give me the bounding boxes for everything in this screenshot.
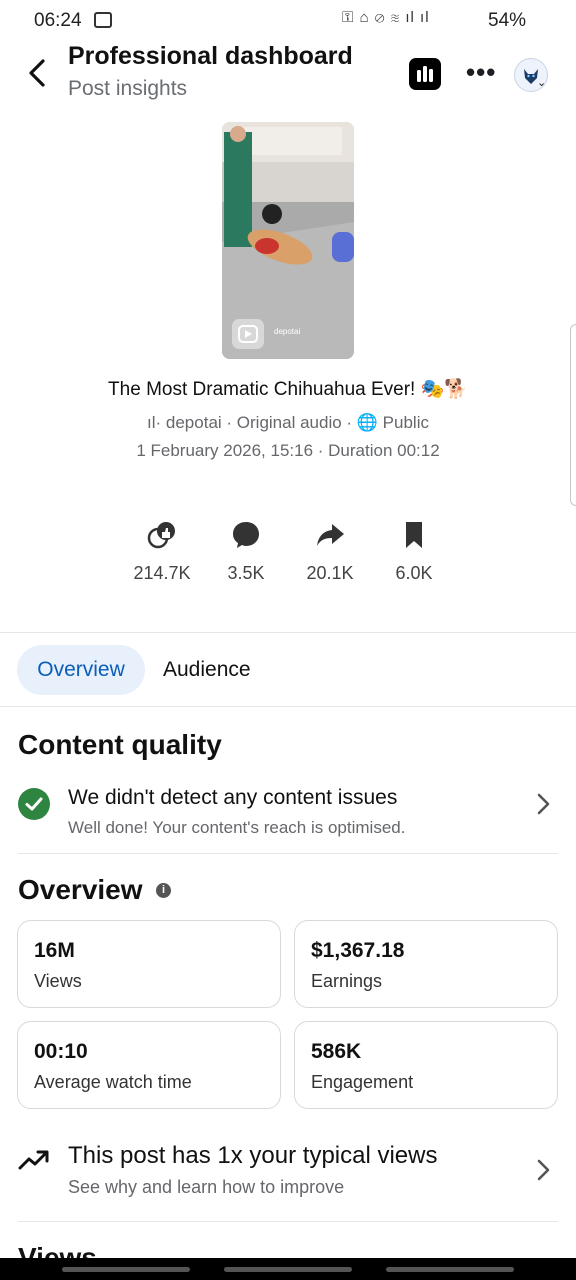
battery-level: 54%	[488, 10, 527, 31]
thumbnail-watermark: depotai	[274, 327, 301, 336]
post-thumbnail[interactable]: depotai	[222, 122, 354, 359]
video-frame-illustration	[222, 122, 354, 359]
insights-button[interactable]	[409, 58, 441, 90]
nav-recents[interactable]	[62, 1267, 190, 1272]
status-bar: 06:24 ⚿ ⌂ ⊘ ≋ ıl ıl 54%	[0, 0, 576, 42]
engagement-value: 586K	[311, 1040, 362, 1063]
divider	[0, 706, 576, 707]
chevron-right-icon	[537, 1159, 550, 1181]
reactions-icon	[147, 522, 175, 549]
typical-views-subtitle: See why and learn how to improve	[68, 1177, 345, 1197]
checkmark-icon	[18, 788, 50, 820]
divider	[18, 853, 558, 854]
metric-card-engagement[interactable]: 586K Engagement	[294, 1021, 558, 1109]
typical-views-title: This post has 1x your typical views	[68, 1142, 438, 1169]
page-subtitle: Post insights	[68, 77, 188, 100]
typical-views-row[interactable]: This post has 1x your typical views See …	[0, 1134, 576, 1206]
metric-card-earnings[interactable]: $1,367.18 Earnings	[294, 920, 558, 1008]
views-value: 16M	[34, 939, 75, 962]
nav-back[interactable]	[386, 1267, 514, 1272]
comment-icon	[233, 522, 259, 548]
content-issues-row[interactable]: We didn't detect any content issues Well…	[0, 776, 576, 842]
gallery-notification-icon	[94, 12, 112, 28]
divider	[18, 1221, 558, 1222]
earnings-value: $1,367.18	[311, 939, 405, 962]
share-icon	[317, 524, 344, 546]
info-icon[interactable]: i	[156, 883, 171, 898]
save-icon	[406, 522, 422, 548]
chevron-right-icon	[537, 793, 550, 815]
more-options-icon[interactable]: •••	[466, 57, 496, 88]
watch-time-label: Average watch time	[34, 1072, 192, 1092]
metric-card-watch-time[interactable]: 00:10 Average watch time	[17, 1021, 281, 1109]
tab-overview[interactable]: Overview	[17, 645, 145, 695]
saves-count: 6.0K	[395, 563, 433, 583]
account-switch-chevron-icon[interactable]: ⌄	[537, 76, 546, 89]
back-arrow-icon[interactable]	[26, 58, 48, 88]
earnings-label: Earnings	[311, 971, 383, 991]
scroll-handle[interactable]	[570, 324, 576, 506]
post-meta-date: 1 February 2026, 15:16 · Duration 00:12	[136, 441, 440, 460]
engagement-label: Engagement	[311, 1072, 414, 1092]
divider	[0, 632, 576, 633]
trending-up-icon	[18, 1150, 49, 1170]
bar-chart-icon	[417, 66, 433, 82]
views-label: Views	[34, 971, 82, 991]
post-meta-audio: ıl· depotai · Original audio · 🌐 Public	[147, 413, 429, 432]
nav-home[interactable]	[224, 1267, 352, 1272]
system-nav-bar	[0, 1258, 576, 1280]
content-issues-title: We didn't detect any content issues	[68, 786, 398, 809]
metric-card-views[interactable]: 16M Views	[17, 920, 281, 1008]
status-time: 06:24	[34, 10, 82, 31]
overview-heading: Overview	[18, 874, 143, 905]
post-title: The Most Dramatic Chihuahua Ever! 🎭🐕	[108, 379, 468, 400]
status-icons: ⚿ ⌂ ⊘ ≋ ıl ıl	[342, 9, 430, 26]
content-issues-subtitle: Well done! Your content's reach is optim…	[68, 818, 406, 837]
watch-time-value: 00:10	[34, 1040, 88, 1063]
page-title: Professional dashboard	[68, 42, 353, 70]
content-quality-heading: Content quality	[18, 729, 222, 760]
tab-audience[interactable]: Audience	[163, 645, 251, 695]
stat-saves: 6.0K	[364, 515, 464, 584]
